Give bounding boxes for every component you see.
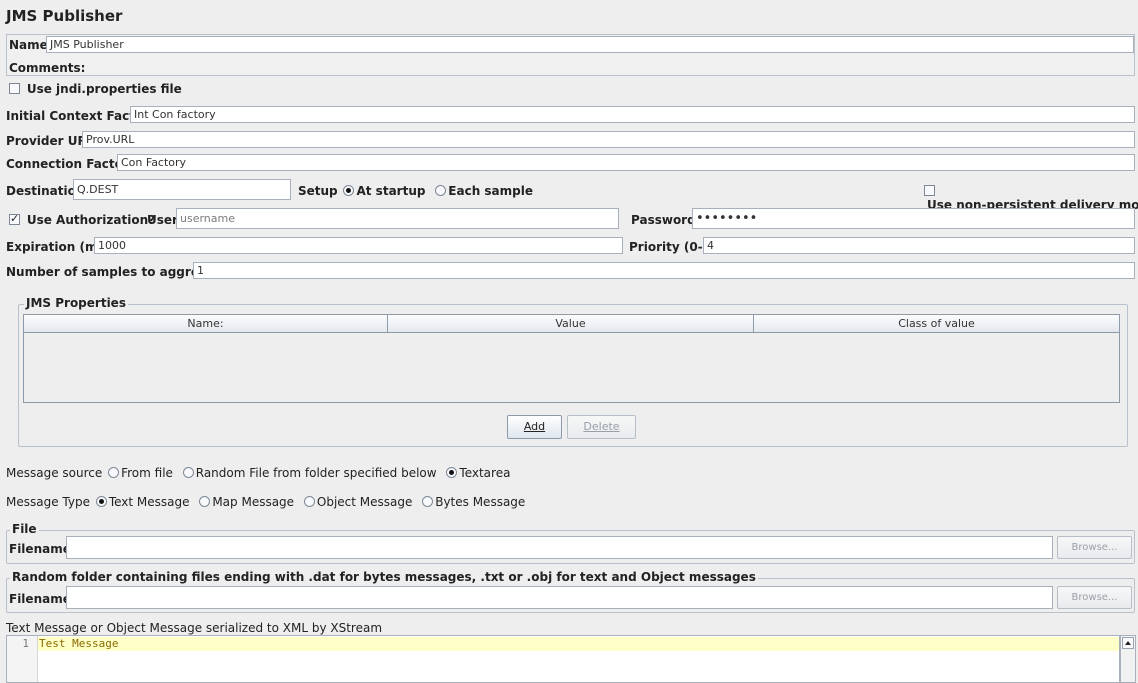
setup-at-startup-radio[interactable]: [343, 185, 355, 196]
random-browse-button[interactable]: Browse...: [1057, 586, 1132, 609]
file-browse-button[interactable]: Browse...: [1057, 536, 1132, 559]
non-persistent-checkbox[interactable]: [924, 185, 935, 196]
setup-label: Setup: [298, 184, 338, 198]
setup-each-sample-label[interactable]: Each sample: [448, 184, 533, 198]
message-type-map-radio[interactable]: [199, 496, 211, 507]
samples-aggregate-field[interactable]: 1: [193, 262, 1135, 279]
add-button[interactable]: Add: [507, 415, 562, 439]
file-panel-legend: File: [10, 522, 39, 536]
column-header-value[interactable]: Value: [388, 315, 754, 332]
message-type-label: Message Type: [6, 495, 90, 509]
user-label: User: [147, 213, 178, 227]
add-button-label: Add: [523, 420, 546, 433]
name-field[interactable]: JMS Publisher: [46, 36, 1134, 53]
message-type-object-radio[interactable]: [303, 496, 315, 507]
use-authorization-label: Use Authorization?: [26, 213, 156, 227]
use-jndi-checkbox[interactable]: [9, 83, 20, 94]
jms-properties-table: Name: Value Class of value: [23, 314, 1120, 403]
random-folder-legend: Random folder containing files ending wi…: [10, 570, 758, 584]
jms-properties-legend: JMS Properties: [24, 296, 128, 310]
destination-field[interactable]: Q.DEST: [73, 179, 291, 200]
file-filename-label: Filename: [9, 542, 71, 556]
message-source-group: Message source From file Random File fro…: [6, 466, 510, 480]
message-type-text-radio[interactable]: [95, 496, 107, 507]
connection-factory-field[interactable]: Con Factory: [117, 154, 1135, 171]
message-textarea[interactable]: 1 Test Message: [6, 635, 1120, 683]
message-source-textarea-label[interactable]: Textarea: [459, 466, 510, 480]
textarea-scrollbar[interactable]: [1120, 635, 1136, 683]
column-header-class-of-value[interactable]: Class of value: [754, 315, 1119, 332]
message-source-textarea-radio[interactable]: [446, 467, 458, 478]
message-type-group: Message Type Text Message Map Message Ob…: [6, 495, 525, 509]
message-source-from-file-radio[interactable]: [108, 467, 120, 478]
use-jndi-row[interactable]: Use jndi.properties file: [9, 82, 182, 96]
highlighted-line: [38, 637, 1119, 651]
message-type-bytes-label[interactable]: Bytes Message: [435, 495, 525, 509]
column-header-name[interactable]: Name:: [24, 315, 388, 332]
table-header-divider: [24, 332, 1119, 333]
message-type-bytes-radio[interactable]: [422, 496, 434, 507]
password-field[interactable]: ••••••••: [692, 208, 1135, 229]
message-source-random-folder-radio[interactable]: [182, 467, 194, 478]
message-type-object-label[interactable]: Object Message: [317, 495, 413, 509]
use-authorization-checkbox[interactable]: [9, 212, 20, 225]
use-jndi-label: Use jndi.properties file: [26, 82, 182, 96]
user-field[interactable]: username: [176, 208, 619, 229]
line-number: 1: [22, 637, 29, 650]
delete-button[interactable]: Delete: [567, 415, 636, 439]
initial-context-factory-field[interactable]: Int Con factory: [130, 106, 1135, 123]
setup-each-sample-radio[interactable]: [435, 185, 447, 196]
page-title: JMS Publisher: [6, 7, 123, 25]
code-line[interactable]: Test Message: [39, 637, 118, 650]
comments-field[interactable]: [74, 59, 1134, 75]
message-type-text-label[interactable]: Text Message: [109, 495, 190, 509]
random-filename-field[interactable]: [66, 586, 1053, 609]
use-authorization-row[interactable]: Use Authorization?: [9, 212, 156, 227]
expiration-field[interactable]: 1000: [94, 237, 623, 254]
scroll-up-icon[interactable]: [1122, 637, 1134, 649]
priority-field[interactable]: 4: [703, 237, 1135, 254]
setup-group: Setup At startup Each sample: [298, 184, 533, 198]
random-filename-label: Filename: [9, 592, 71, 606]
delete-button-label: Delete: [583, 420, 620, 433]
setup-at-startup-label[interactable]: At startup: [356, 184, 425, 198]
file-filename-field[interactable]: [66, 536, 1053, 559]
message-type-map-label[interactable]: Map Message: [212, 495, 294, 509]
message-source-from-file-label[interactable]: From file: [121, 466, 173, 480]
provider-url-field[interactable]: Prov.URL: [82, 131, 1135, 148]
message-source-random-folder-label[interactable]: Random File from folder specified below: [196, 466, 437, 480]
password-label: Password: [631, 213, 696, 227]
message-source-label: Message source: [6, 466, 103, 480]
textarea-label: Text Message or Object Message serialize…: [6, 621, 383, 635]
